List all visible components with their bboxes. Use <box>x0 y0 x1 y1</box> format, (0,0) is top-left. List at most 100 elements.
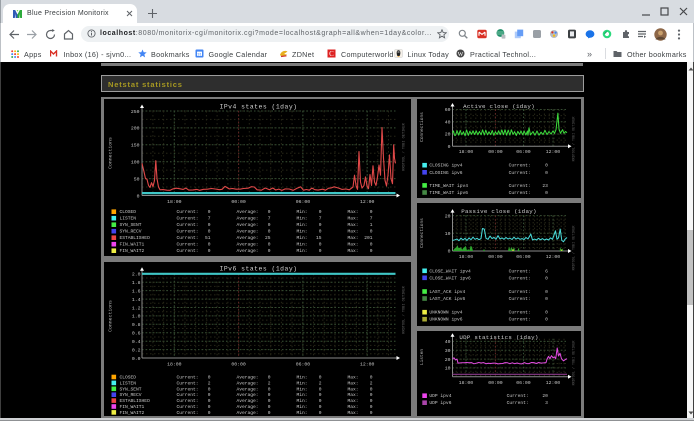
svg-text:Current:: Current: <box>176 409 198 415</box>
svg-text:1.6: 1.6 <box>131 288 140 294</box>
svg-text:06:00: 06:00 <box>516 149 531 155</box>
svg-text:Current:: Current: <box>176 380 198 386</box>
svg-text:Average:: Average: <box>236 216 258 222</box>
svg-text:Current:: Current: <box>509 268 531 274</box>
svg-text:20: 20 <box>445 132 451 138</box>
svg-text:20: 20 <box>542 393 548 399</box>
svg-text:FIN_WAIT1: FIN_WAIT1 <box>119 404 144 410</box>
svg-text:0: 0 <box>369 242 372 248</box>
svg-text:Current:: Current: <box>507 400 529 406</box>
svg-text:Current:: Current: <box>176 404 198 410</box>
svg-text:SYN_RECV: SYN_RECV <box>119 229 141 235</box>
svg-text:LISTEN: LISTEN <box>119 216 136 222</box>
svg-text:2: 2 <box>267 380 270 386</box>
svg-text:Max:: Max: <box>347 404 358 410</box>
svg-text:LAST_ACK ipv4: LAST_ACK ipv4 <box>429 289 465 295</box>
svg-text:18:00: 18:00 <box>459 380 474 386</box>
svg-text:FIN_WAIT1: FIN_WAIT1 <box>119 242 144 248</box>
svg-text:0.2: 0.2 <box>131 347 140 353</box>
svg-text:0: 0 <box>545 289 548 295</box>
svg-text:Average:: Average: <box>236 222 258 228</box>
svg-text:06:00: 06:00 <box>295 199 310 205</box>
svg-text:0: 0 <box>369 248 372 254</box>
svg-text:0.6: 0.6 <box>131 330 140 336</box>
svg-text:Current:: Current: <box>176 248 198 254</box>
svg-text:0: 0 <box>369 374 372 380</box>
svg-text:CLOSED: CLOSED <box>119 209 136 215</box>
svg-text:Min:: Min: <box>296 392 307 398</box>
svg-text:06:00: 06:00 <box>516 254 531 260</box>
svg-text:12:00: 12:00 <box>359 361 374 367</box>
svg-text:SYN_RECV: SYN_RECV <box>119 392 141 398</box>
svg-text:0: 0 <box>207 386 210 392</box>
svg-text:UNKNOWN ipv6: UNKNOWN ipv6 <box>429 317 462 323</box>
svg-text:0: 0 <box>369 209 372 215</box>
svg-text:0: 0 <box>448 249 451 255</box>
svg-text:18:00: 18:00 <box>167 361 182 367</box>
svg-text:FIN_WAIT2: FIN_WAIT2 <box>119 409 144 415</box>
svg-text:1.4: 1.4 <box>131 296 140 302</box>
svg-text:LISTEN: LISTEN <box>119 380 136 386</box>
svg-text:RRDTOOL / TOBI OETIKER: RRDTOOL / TOBI OETIKER <box>572 117 577 162</box>
svg-text:Current:: Current: <box>176 229 198 235</box>
svg-text:0: 0 <box>545 310 548 316</box>
svg-text:0: 0 <box>545 296 548 302</box>
svg-text:18:00: 18:00 <box>459 149 474 155</box>
svg-text:0: 0 <box>369 409 372 415</box>
svg-text:Max:: Max: <box>347 386 358 392</box>
svg-text:Max:: Max: <box>347 248 358 254</box>
svg-text:10: 10 <box>445 366 451 372</box>
svg-text:Average:: Average: <box>236 398 258 404</box>
svg-text:18:00: 18:00 <box>459 254 474 260</box>
svg-text:2.0: 2.0 <box>131 271 140 277</box>
svg-text:C: C <box>329 50 334 58</box>
svg-text:2: 2 <box>207 380 210 386</box>
svg-text:40: 40 <box>445 119 451 125</box>
svg-text:UNKNOWN ipv4: UNKNOWN ipv4 <box>429 310 462 316</box>
svg-text:20: 20 <box>445 213 451 219</box>
svg-text:FIN_WAIT2: FIN_WAIT2 <box>119 248 144 254</box>
svg-text:0: 0 <box>267 409 270 415</box>
svg-text:Current:: Current: <box>176 222 198 228</box>
svg-text:0: 0 <box>318 398 321 404</box>
svg-text:0: 0 <box>545 317 548 323</box>
svg-text:12:00: 12:00 <box>546 380 561 386</box>
svg-text:Max:: Max: <box>347 409 358 415</box>
svg-text:CLOSING ipv4: CLOSING ipv4 <box>429 163 462 169</box>
svg-text:Connections: Connections <box>107 137 113 169</box>
svg-text:W: W <box>457 52 463 58</box>
svg-text:Average:: Average: <box>236 235 258 241</box>
svg-text:Max:: Max: <box>347 380 358 386</box>
svg-text:20: 20 <box>445 357 451 363</box>
svg-text:Min:: Min: <box>296 209 307 215</box>
svg-text:SYN_SENT: SYN_SENT <box>119 222 141 228</box>
svg-text:0: 0 <box>318 209 321 215</box>
svg-text:00:00: 00:00 <box>231 361 246 367</box>
svg-text:30: 30 <box>445 348 451 354</box>
svg-text:Min:: Min: <box>296 386 307 392</box>
svg-text:Min:: Min: <box>296 380 307 386</box>
svg-text:Min:: Min: <box>296 404 307 410</box>
svg-text:0: 0 <box>207 229 210 235</box>
svg-text:IPv6 states (1day): IPv6 states (1day) <box>219 265 297 272</box>
svg-text:CLOSE_WAIT ipv6: CLOSE_WAIT ipv6 <box>429 275 471 281</box>
svg-text:Min:: Min: <box>296 248 307 254</box>
svg-text:0: 0 <box>318 404 321 410</box>
svg-text:0: 0 <box>207 242 210 248</box>
svg-text:Max:: Max: <box>347 222 358 228</box>
svg-text:Current:: Current: <box>176 398 198 404</box>
svg-text:UDP ipv6: UDP ipv6 <box>429 400 451 406</box>
svg-text:40: 40 <box>445 339 451 345</box>
svg-text:Min:: Min: <box>296 409 307 415</box>
svg-text:06:00: 06:00 <box>295 361 310 367</box>
svg-text:0: 0 <box>545 190 548 196</box>
svg-text:Current:: Current: <box>509 289 531 295</box>
svg-text:Current:: Current: <box>176 235 198 241</box>
svg-text:Average:: Average: <box>236 248 258 254</box>
svg-text:31: 31 <box>197 51 202 56</box>
svg-text:Max:: Max: <box>347 216 358 222</box>
svg-text:Current:: Current: <box>509 190 531 196</box>
svg-text:1.2: 1.2 <box>131 305 140 311</box>
svg-text:Passive close (1day): Passive close (1day) <box>461 208 537 215</box>
svg-text:0: 0 <box>318 409 321 415</box>
